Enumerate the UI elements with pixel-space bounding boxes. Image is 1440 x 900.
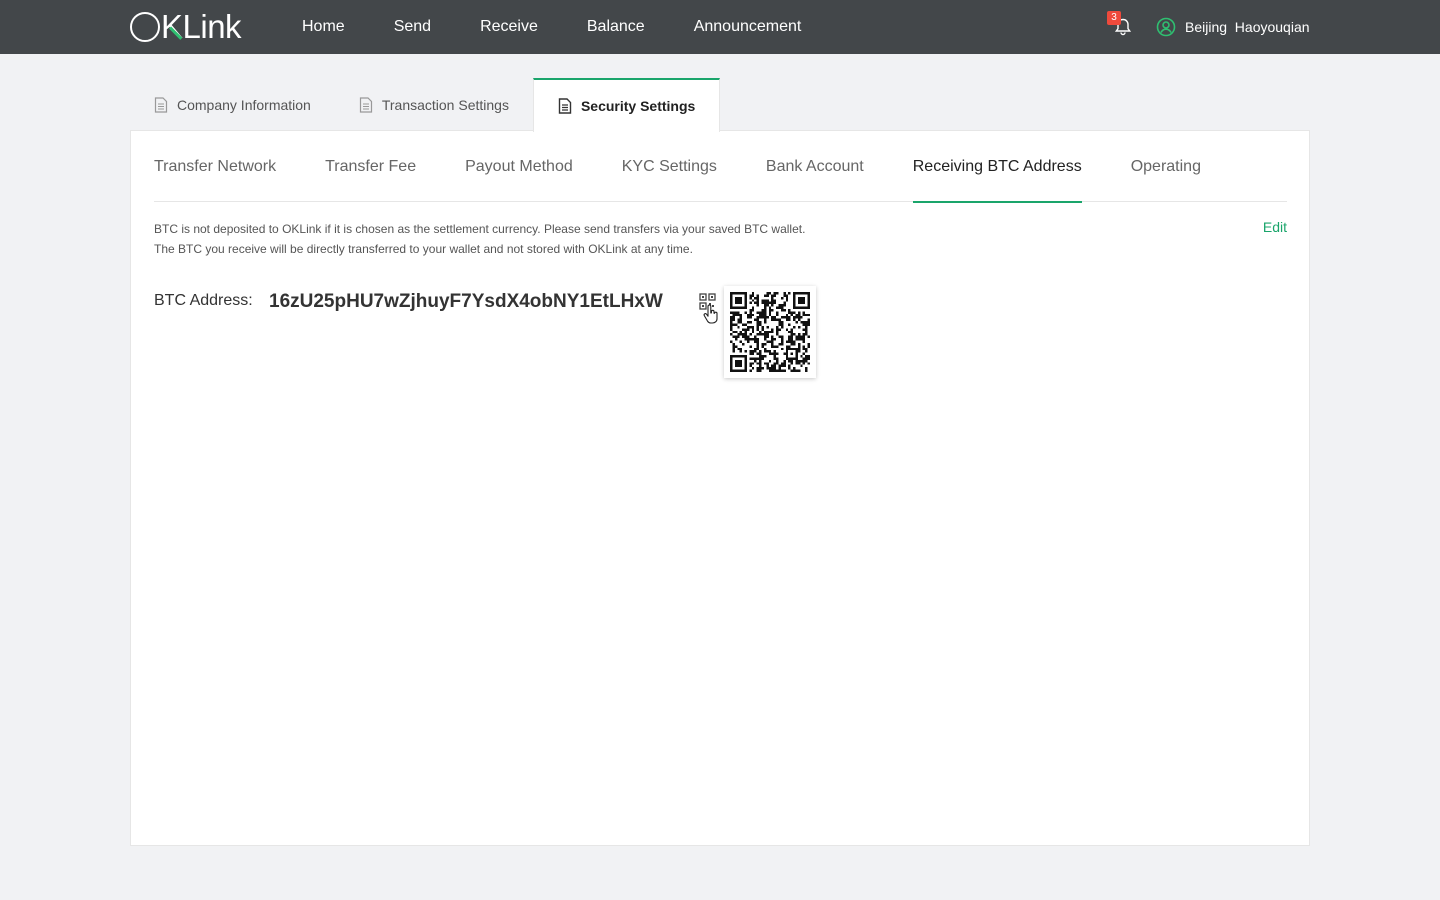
user-circle-icon — [1156, 17, 1176, 37]
document-icon — [558, 98, 572, 114]
tab-security-settings[interactable]: Security Settings — [532, 78, 721, 132]
nav-balance[interactable]: Balance — [587, 18, 645, 36]
btc-address-value: 16zU25pHU7wZjhuyF7YsdX4obNY1EtLHxW — [269, 291, 663, 312]
btc-settlement-note: BTC is not deposited to OKLink if it is … — [154, 219, 805, 259]
subtab-operating[interactable]: Operating — [1131, 131, 1201, 202]
settings-tabs: Company Information Transaction Settings… — [130, 78, 721, 132]
main-nav: Home Send Receive Balance Announcement — [302, 0, 850, 54]
oklink-logo[interactable]: K Link — [130, 8, 242, 46]
nav-home[interactable]: Home — [302, 18, 345, 36]
document-icon — [154, 96, 168, 113]
logo-k: K — [161, 8, 183, 46]
tab-company-information[interactable]: Company Information — [130, 78, 335, 131]
note-line-2: The BTC you receive will be directly tra… — [154, 242, 693, 256]
tab-label: Company Information — [177, 96, 311, 113]
hand-cursor-icon — [703, 304, 718, 324]
nav-receive[interactable]: Receive — [480, 18, 538, 36]
document-icon — [359, 96, 372, 113]
subtab-receiving-btc-address[interactable]: Receiving BTC Address — [912, 131, 1082, 203]
subtab-payout-method[interactable]: Payout Method — [465, 131, 573, 202]
subtab-transfer-network[interactable]: Transfer Network — [154, 131, 276, 202]
security-subtabs: Transfer Network Transfer Fee Payout Met… — [154, 131, 1287, 203]
logo-text: Link — [182, 8, 242, 45]
subtab-transfer-fee[interactable]: Transfer Fee — [325, 131, 416, 202]
nav-send[interactable]: Send — [394, 18, 431, 36]
edit-link[interactable]: Edit — [1263, 219, 1287, 235]
subtab-bank-account[interactable]: Bank Account — [766, 131, 864, 202]
logo-o-ring — [130, 12, 160, 42]
user-menu[interactable]: Beijing Haoyouqian — [1156, 17, 1310, 37]
notification-count-badge: 3 — [1107, 11, 1121, 25]
nav-announcement[interactable]: Announcement — [694, 18, 802, 36]
tab-transaction-settings[interactable]: Transaction Settings — [335, 78, 533, 131]
subtab-kyc-settings[interactable]: KYC Settings — [622, 131, 717, 202]
btc-address-label: BTC Address: — [154, 292, 253, 309]
tab-label: Security Settings — [580, 98, 696, 114]
note-line-1: BTC is not deposited to OKLink if it is … — [154, 222, 806, 236]
qr-code-popup — [724, 286, 816, 378]
btc-address-qr-code — [730, 292, 810, 372]
security-settings-panel: Transfer Network Transfer Fee Payout Met… — [130, 130, 1310, 846]
notifications-button[interactable]: 3 — [1107, 11, 1134, 38]
top-navbar: K Link Home Send Receive Balance Announc… — [0, 0, 1440, 54]
tab-label: Transaction Settings — [381, 96, 509, 113]
user-name: Beijing Haoyouqian — [1185, 19, 1310, 35]
